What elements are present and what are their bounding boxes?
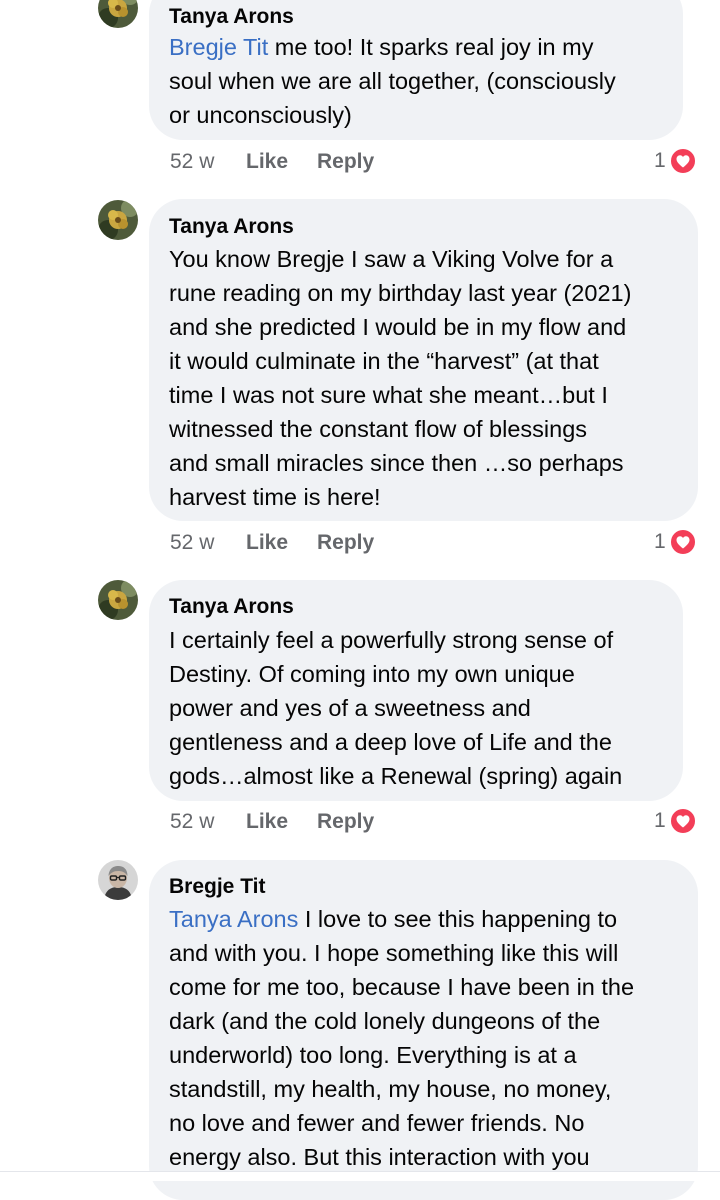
flower-avatar-icon [98, 0, 138, 28]
comment-bubble: Bregje Tit Tanya Arons I love to see thi… [149, 860, 698, 1200]
reaction-summary[interactable]: 1 [654, 807, 702, 835]
person-avatar-icon [98, 860, 138, 900]
love-reaction-icon [669, 147, 697, 175]
avatar-tanya-arons[interactable] [98, 580, 138, 620]
reply-button[interactable]: Reply [317, 530, 374, 556]
love-reaction-icon [669, 528, 697, 556]
comment-line: energy also. But this interaction with y… [169, 1144, 590, 1170]
comment-line: power and yes of a sweetness and [169, 695, 531, 721]
comment-line: dark (and the cold lonely dungeons of th… [169, 1008, 601, 1034]
avatar-tanya-arons[interactable] [98, 200, 138, 240]
comment-line: and she predicted I would be in my flow … [169, 314, 627, 340]
comment-line: You know Bregje I saw a Viking Volve for… [169, 246, 614, 272]
timestamp[interactable]: 52 w [170, 149, 214, 175]
comment-line: no love and fewer and fewer friends. No [169, 1110, 585, 1136]
comment-line: and with you. I hope something like this… [169, 940, 619, 966]
like-button[interactable]: Like [246, 530, 288, 556]
comment-author[interactable]: Tanya Arons [169, 6, 294, 28]
comment-line: underworld) too long. Everything is at a [169, 1042, 577, 1068]
reaction-summary[interactable]: 1 [654, 528, 702, 556]
comment-line: and small miracles since then …so perhap… [169, 450, 624, 476]
avatar-tanya-arons[interactable] [98, 0, 138, 28]
comment-bubble: Tanya Arons I certainly feel a powerfull… [149, 580, 683, 801]
comment-line: gentleness and a deep love of Life and t… [169, 729, 612, 755]
comment-line: rune reading on my birthday last year (2… [169, 280, 632, 306]
reaction-summary[interactable]: 1 [654, 147, 702, 175]
comment-line: Bregje Tit me too! It sparks real joy in… [169, 34, 594, 60]
flower-avatar-icon [98, 580, 138, 620]
comment-author[interactable]: Tanya Arons [169, 216, 294, 238]
reply-button[interactable]: Reply [317, 149, 374, 175]
comment-bubble: Tanya Arons Bregje Tit me too! It sparks… [149, 0, 683, 140]
comment-line: or unconsciously) [169, 102, 352, 128]
comment-line: it would culminate in the “harvest” (at … [169, 348, 599, 374]
comment-line: witnessed the constant flow of blessings [169, 416, 588, 442]
reaction-count: 1 [654, 530, 666, 553]
like-button[interactable]: Like [246, 809, 288, 835]
comment-bubble: Tanya Arons You know Bregje I saw a Viki… [149, 199, 698, 521]
reply-button[interactable]: Reply [317, 809, 374, 835]
flower-avatar-icon [98, 200, 138, 240]
reaction-count: 1 [654, 809, 666, 832]
avatar-bregje-tit[interactable] [98, 860, 138, 900]
comment-line: time I was not sure what she meant…but I [169, 382, 608, 408]
comment-author[interactable]: Tanya Arons [169, 596, 294, 618]
comment-line: I certainly feel a powerfully strong sen… [169, 627, 614, 653]
comment-text: Bregje Tit me too! It sparks real joy in… [169, 30, 616, 132]
comment-line: come for me too, because I have been in … [169, 974, 635, 1000]
timestamp[interactable]: 52 w [170, 530, 214, 556]
comment-author[interactable]: Bregje Tit [169, 876, 265, 898]
comment-line: standstill, my health, my house, no mone… [169, 1076, 612, 1102]
mention-link[interactable]: Tanya Arons [169, 906, 298, 932]
reaction-count: 1 [654, 149, 666, 172]
comment-text: I certainly feel a powerfully strong sen… [169, 623, 622, 793]
comment-line: Tanya Arons I love to see this happening… [169, 906, 618, 932]
comment-text: You know Bregje I saw a Viking Volve for… [169, 242, 631, 514]
timestamp[interactable]: 52 w [170, 809, 214, 835]
comment-line: gods…almost like a Renewal (spring) agai… [169, 763, 623, 789]
mention-link[interactable]: Bregje Tit [169, 34, 268, 60]
comment-line: soul when we are all together, (consciou… [169, 68, 616, 94]
love-reaction-icon [669, 807, 697, 835]
comment-line: harvest time is here! [169, 484, 381, 510]
like-button[interactable]: Like [246, 149, 288, 175]
comment-text: Tanya Arons I love to see this happening… [169, 902, 634, 1174]
comment-line: Destiny. Of coming into my own unique [169, 661, 575, 687]
